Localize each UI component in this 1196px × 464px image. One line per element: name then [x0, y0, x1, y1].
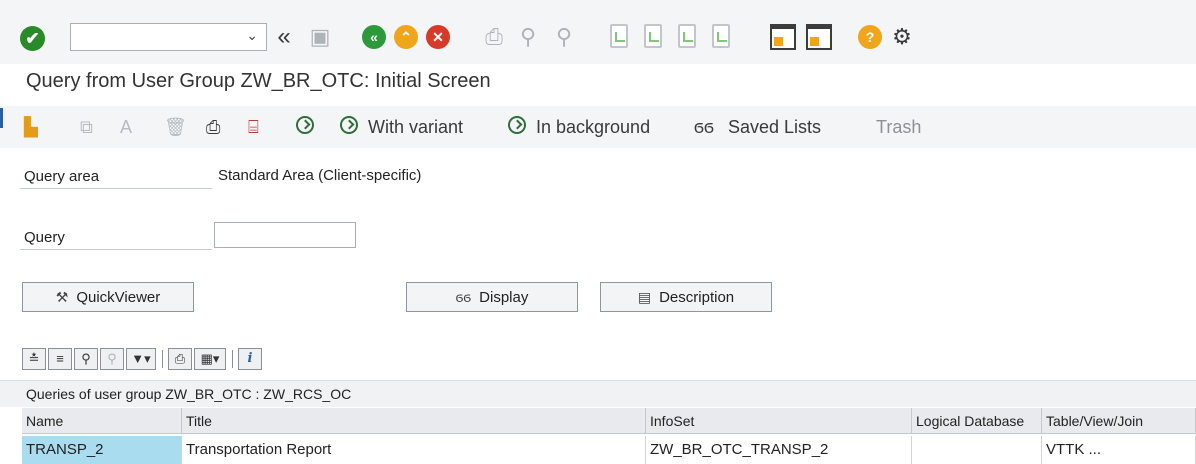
grid-caption-text: Queries of user group ZW_BR_OTC : ZW_RCS…: [26, 386, 352, 402]
table-row-logical-database-cell[interactable]: [912, 436, 1042, 464]
info-icon[interactable]: i: [238, 348, 262, 370]
page-title: Query from User Group ZW_BR_OTC: Initial…: [26, 70, 491, 92]
chevron-down-icon[interactable]: ⌄: [246, 27, 258, 44]
new-session-icon[interactable]: [770, 24, 796, 50]
settings-icon[interactable]: ⚙: [888, 22, 916, 52]
command-field[interactable]: ⌄: [70, 23, 267, 51]
execute-background-icon[interactable]: [508, 116, 526, 134]
rename-icon[interactable]: A: [120, 116, 132, 138]
print-icon[interactable]: ⎙: [168, 348, 192, 370]
table-row-table-view-join-cell[interactable]: VTTK ...: [1042, 436, 1196, 464]
find-icon[interactable]: ⚲: [514, 22, 542, 52]
cancel-red-icon[interactable]: ✕: [426, 25, 450, 49]
sort-ascending-icon[interactable]: ≛: [22, 348, 46, 370]
execute-query-icon[interactable]: ▙: [24, 116, 38, 138]
save-icon[interactable]: ▣: [306, 22, 334, 52]
change-icon[interactable]: ⌸: [248, 116, 259, 138]
system-toolbar: ✔ ⌄ « ▣ « ⌃ ✕ ⎙ ⚲ ⚲ ? ⚙: [0, 0, 1196, 64]
toolbar-left-marker: [0, 108, 3, 128]
in-background-button[interactable]: In background: [536, 116, 650, 138]
query-area-value: Standard Area (Client-specific): [218, 167, 422, 184]
exit-up-icon[interactable]: ⌃: [394, 25, 418, 49]
toolbar-separator: [162, 350, 163, 368]
find-next-icon[interactable]: ⚲: [550, 22, 578, 52]
query-label-underline: [20, 249, 212, 250]
back-double-chevron-icon[interactable]: «: [270, 22, 298, 52]
column-header-title[interactable]: Title: [182, 408, 646, 434]
print-icon[interactable]: ⎙: [480, 22, 508, 52]
delete-icon[interactable]: 🗑: [164, 116, 187, 138]
execute-variant-icon[interactable]: [340, 116, 358, 134]
saved-lists-button[interactable]: Saved Lists: [728, 116, 821, 138]
display-button[interactable]: ϭϭ Display: [406, 282, 578, 312]
glasses-icon: ϭϭ: [455, 289, 472, 305]
column-header-name[interactable]: Name: [22, 408, 182, 434]
print-query-icon[interactable]: ⎙: [206, 116, 220, 138]
grid-caption: Queries of user group ZW_BR_OTC : ZW_RCS…: [0, 380, 1196, 407]
ok-check-icon[interactable]: ✔: [20, 26, 45, 51]
execute-icon[interactable]: [296, 116, 314, 134]
shortcut-icon[interactable]: [806, 24, 832, 50]
first-page-icon[interactable]: [610, 24, 628, 48]
with-variant-button[interactable]: With variant: [368, 116, 463, 138]
description-button[interactable]: ▤ Description: [600, 282, 772, 312]
column-header-infoset[interactable]: InfoSet: [646, 408, 912, 434]
table-row-name-cell[interactable]: TRANSP_2: [22, 436, 182, 464]
quickviewer-icon: ⚒: [55, 288, 69, 305]
query-area-label: Query area: [24, 168, 100, 185]
help-icon[interactable]: ?: [858, 25, 882, 49]
last-page-icon[interactable]: [712, 24, 730, 48]
quickviewer-button[interactable]: ⚒ QuickViewer: [22, 282, 194, 312]
find-next-icon[interactable]: ⚲: [100, 348, 124, 370]
glasses-icon[interactable]: ϭϭ: [694, 116, 714, 138]
description-button-label: Description: [659, 288, 735, 306]
column-header-logical-database[interactable]: Logical Database: [912, 408, 1042, 434]
find-icon[interactable]: ⚲: [74, 348, 98, 370]
quickviewer-button-label: QuickViewer: [76, 288, 161, 306]
sort-descending-icon[interactable]: ≡: [48, 348, 72, 370]
export-icon[interactable]: ▦▾: [194, 348, 226, 370]
trash-button[interactable]: Trash: [876, 116, 921, 138]
toolbar-separator: [232, 350, 233, 368]
previous-page-icon[interactable]: [644, 24, 662, 48]
table-row-infoset-cell[interactable]: ZW_BR_OTC_TRANSP_2: [646, 436, 912, 464]
next-page-icon[interactable]: [678, 24, 696, 48]
column-header-table-view-join[interactable]: Table/View/Join: [1042, 408, 1196, 434]
query-area-label-underline: [20, 188, 212, 189]
filter-icon[interactable]: ▼▾: [126, 348, 156, 370]
query-input[interactable]: [214, 222, 356, 248]
document-icon: ▤: [637, 288, 652, 305]
display-button-label: Display: [479, 288, 529, 306]
table-row-title-cell[interactable]: Transportation Report: [182, 436, 646, 464]
query-label: Query: [24, 229, 65, 246]
copy-icon[interactable]: ⧉: [80, 116, 93, 138]
back-green-icon[interactable]: «: [362, 25, 386, 49]
